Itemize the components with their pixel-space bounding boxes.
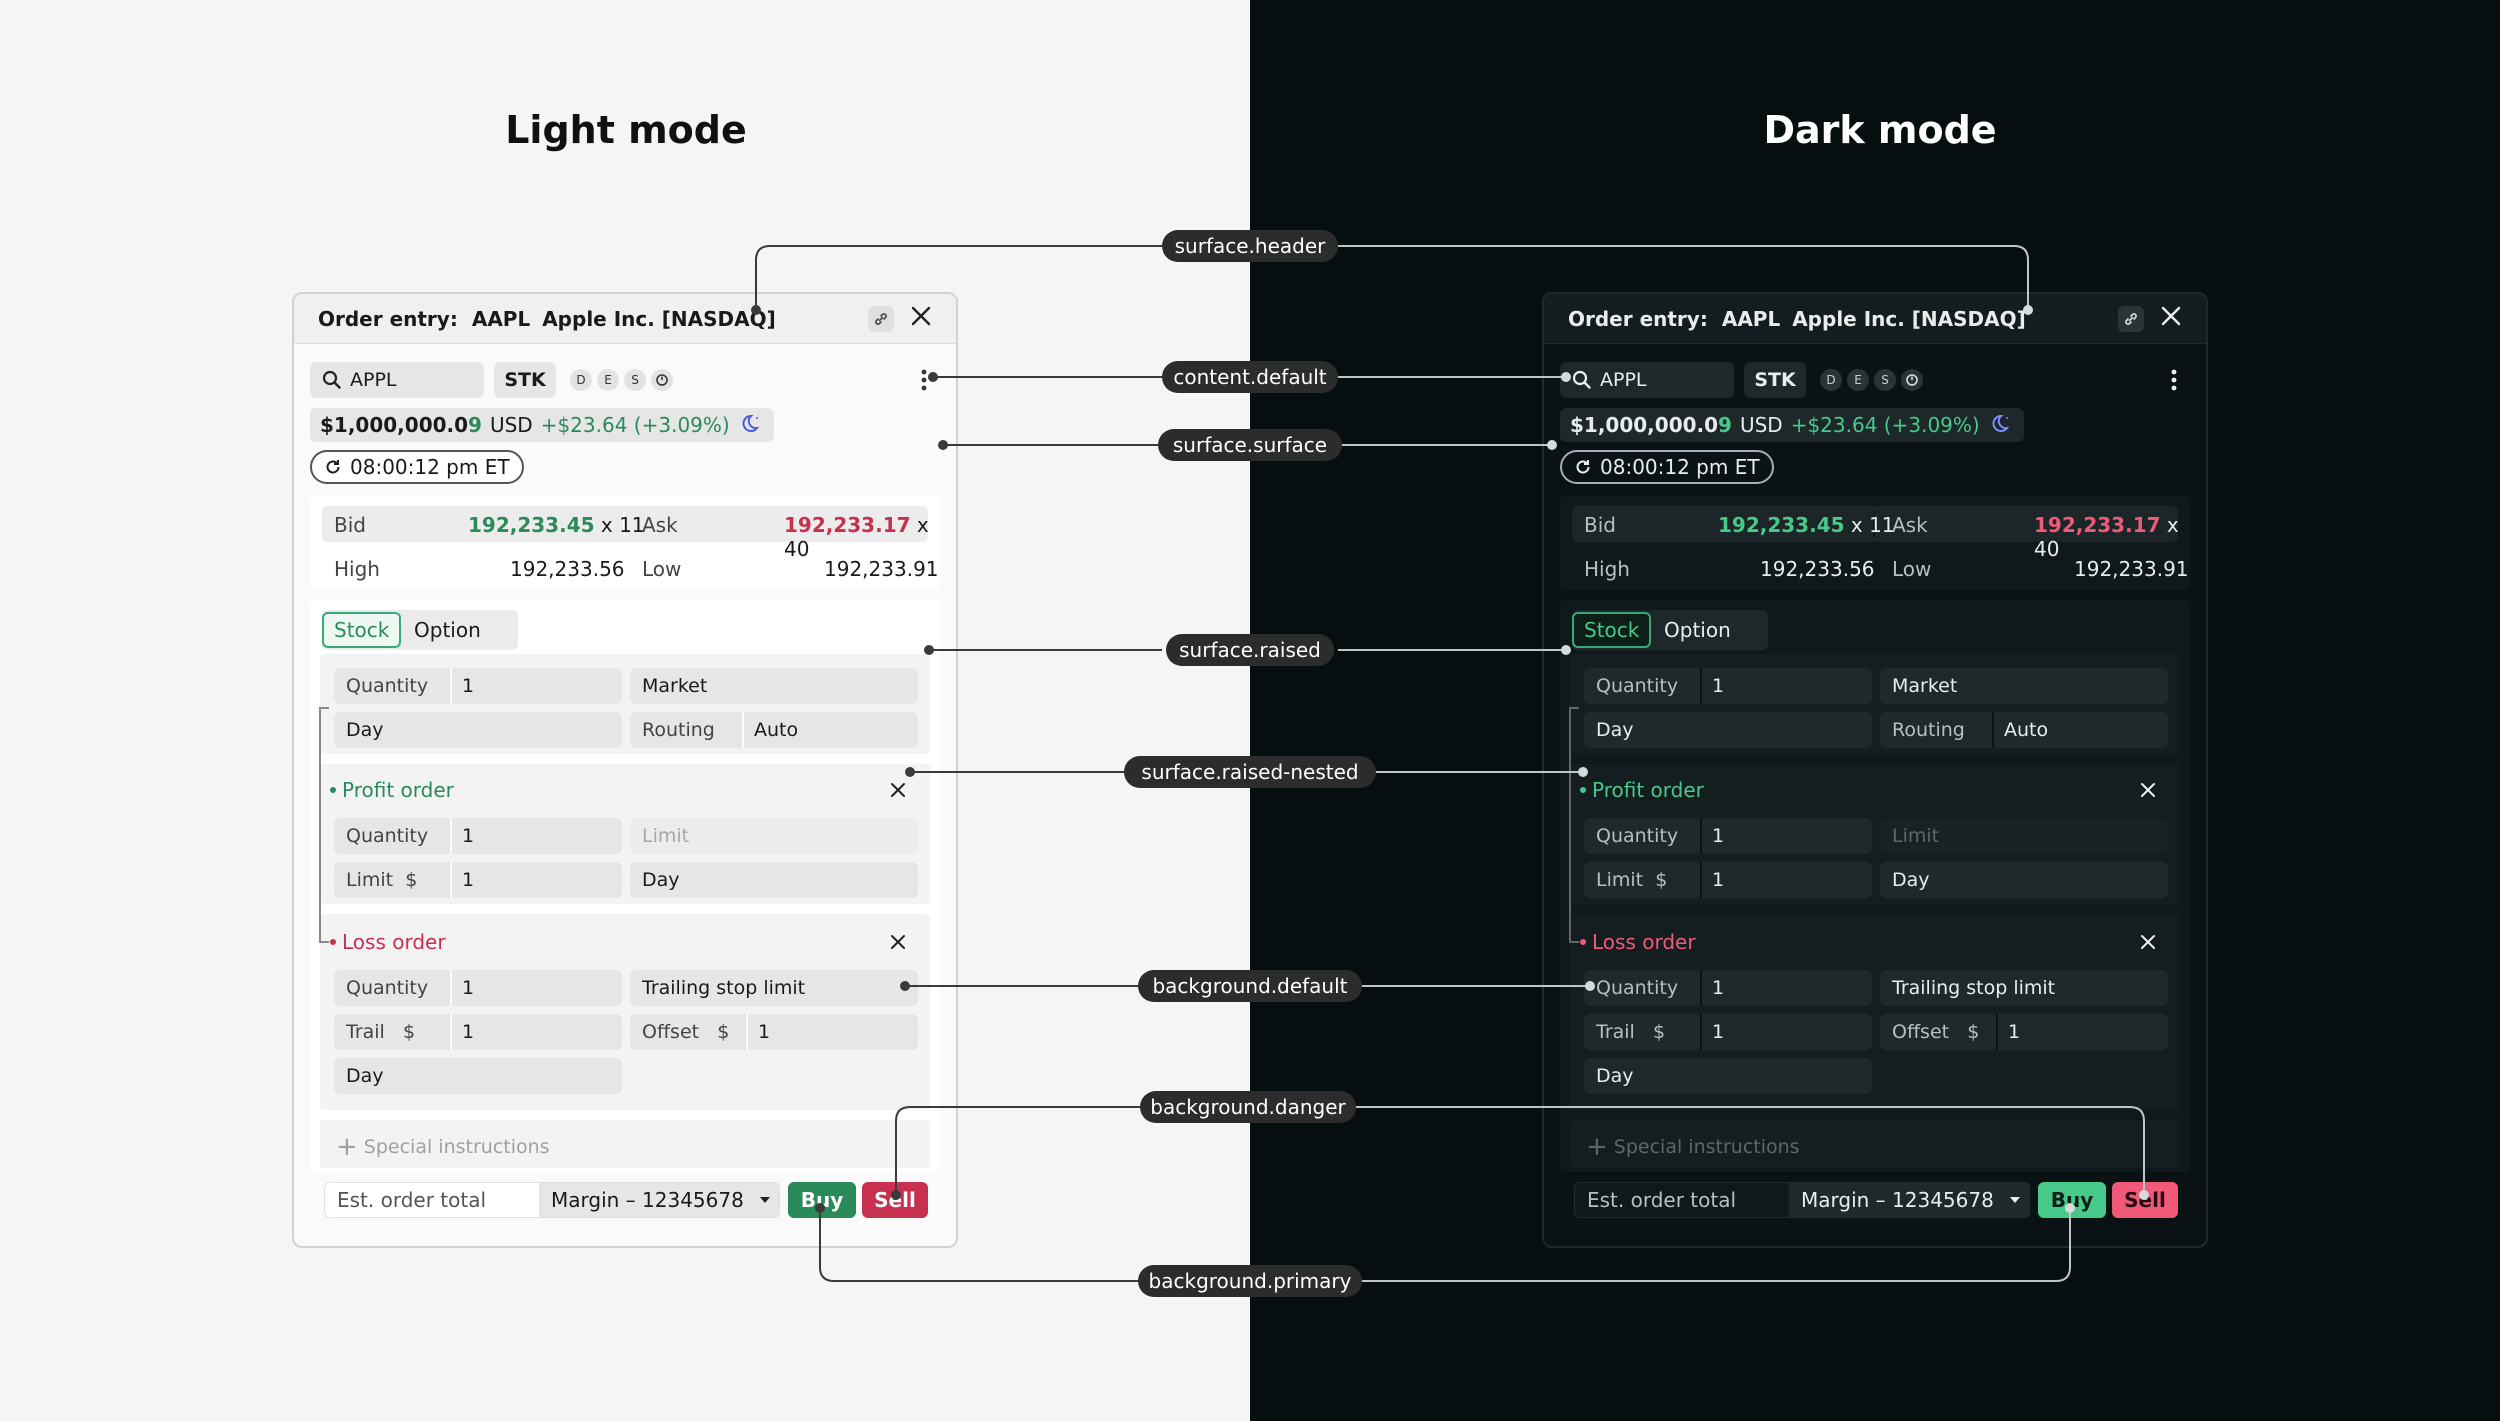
token-content-default: content.default — [1162, 361, 1338, 393]
token-surface-raised-nested: surface.raised-nested — [1124, 756, 1376, 788]
token-background-primary: background.primary — [1138, 1265, 1362, 1297]
token-background-default: background.default — [1138, 970, 1362, 1002]
token-background-danger: background.danger — [1140, 1091, 1356, 1123]
token-surface-header: surface.header — [1162, 230, 1338, 262]
annotation-connectors — [751, 245, 2149, 1282]
token-surface-raised: surface.raised — [1166, 634, 1334, 666]
token-surface-surface: surface.surface — [1158, 429, 1342, 461]
